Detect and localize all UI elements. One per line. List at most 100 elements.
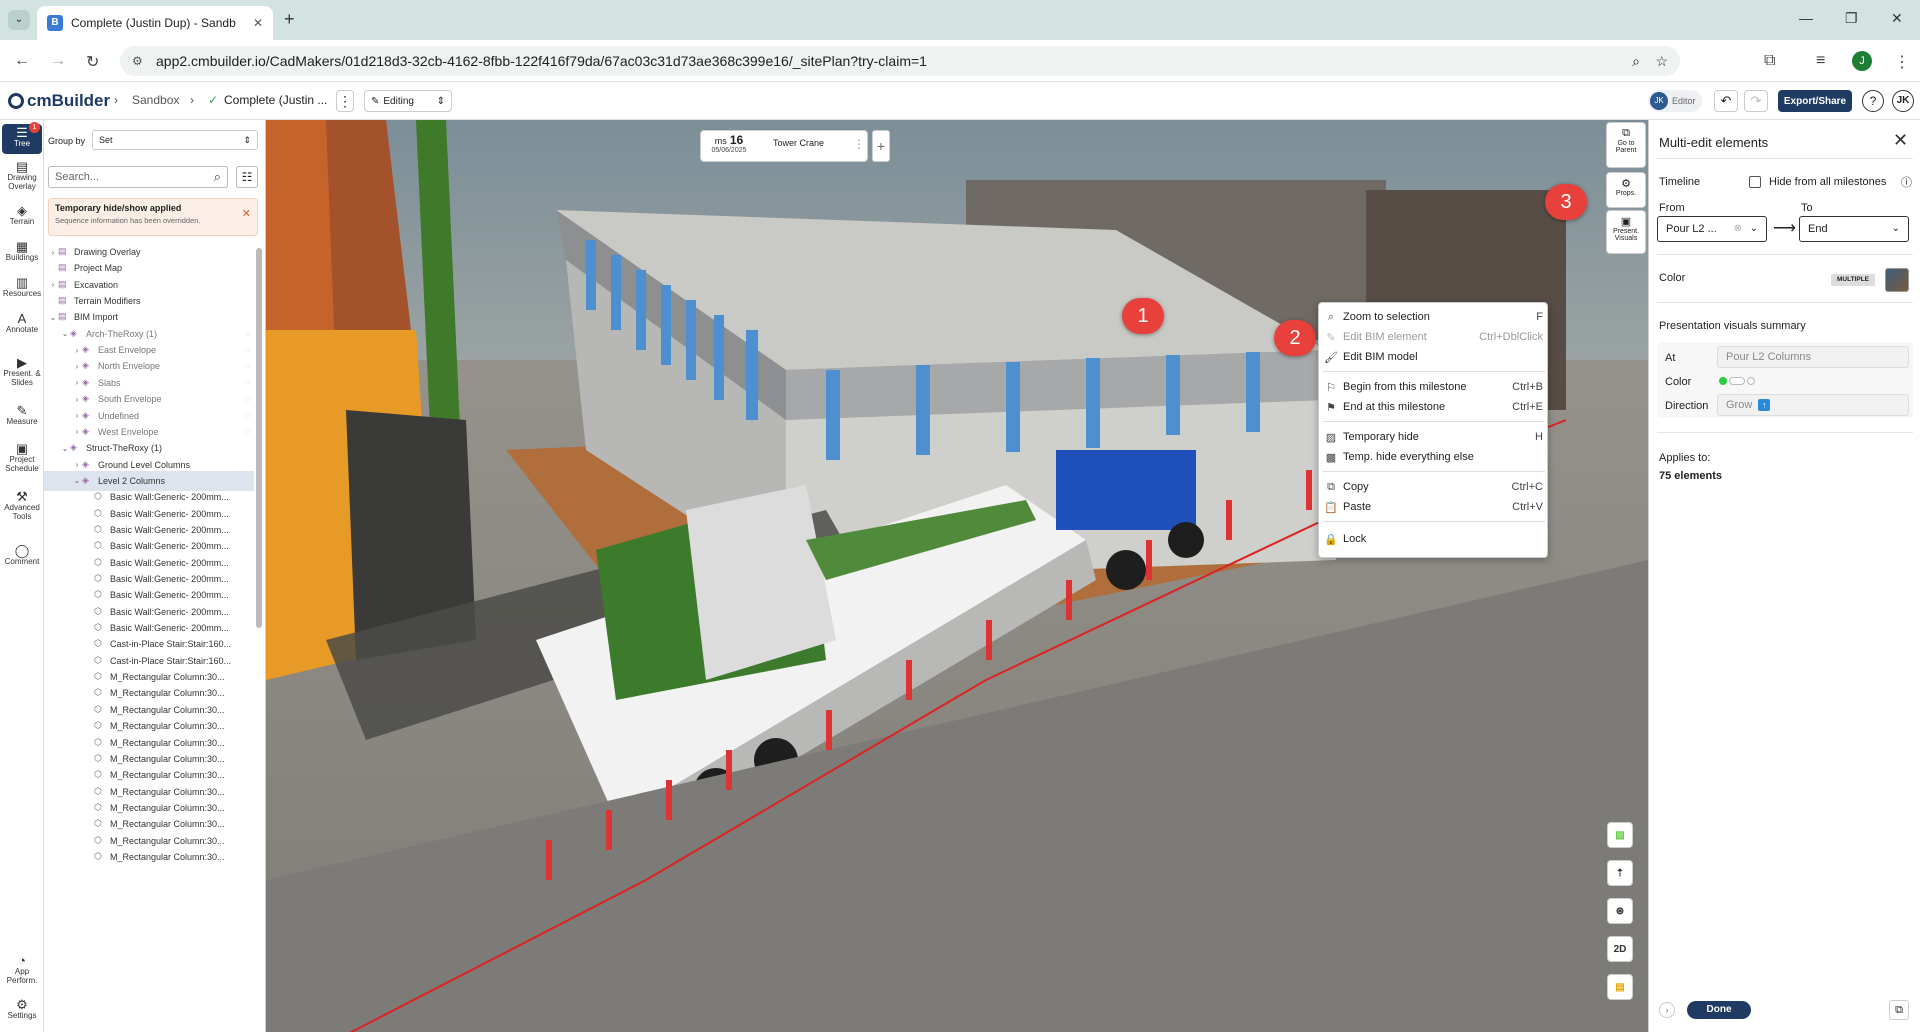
restore-icon[interactable]: ❐ bbox=[1845, 10, 1858, 27]
rail-resources[interactable]: ▥ Resources bbox=[2, 276, 42, 298]
rail-tree[interactable]: ☰ Tree 1 bbox=[2, 122, 42, 154]
visibility-icon[interactable]: ◌ bbox=[245, 329, 250, 338]
rail-annotate[interactable]: A Annotate bbox=[2, 312, 42, 334]
rail-drawing-overlay[interactable]: ▤ Drawing Overlay bbox=[2, 160, 42, 191]
rail-terrain[interactable]: ◈ Terrain bbox=[2, 204, 42, 226]
hide-all-checkbox[interactable] bbox=[1749, 176, 1761, 188]
north-arrow-button[interactable]: ⇡ bbox=[1607, 860, 1633, 886]
go-to-parent-button[interactable]: ⧉ Go to Parent bbox=[1606, 122, 1646, 168]
expand-icon[interactable]: › bbox=[1659, 1002, 1675, 1018]
export-share-button[interactable]: Export/Share bbox=[1778, 90, 1852, 112]
mode-select[interactable]: ✎ Editing ⇕ bbox=[364, 90, 452, 112]
redo-button[interactable]: ↷ bbox=[1744, 90, 1768, 112]
logo[interactable]: cmBuilder bbox=[8, 91, 110, 111]
rail-project-schedule[interactable]: ▣ Project Schedule bbox=[2, 442, 42, 473]
clear-selection-icon[interactable]: ⧉ bbox=[1889, 1000, 1909, 1020]
menu-copy[interactable]: ⧉ Copy Ctrl+C bbox=[1319, 477, 1549, 497]
map-layer-button[interactable]: ▧ bbox=[1607, 822, 1633, 848]
url-field[interactable]: ⚙ app2.cmbuilder.io/CadMakers/01d218d3-3… bbox=[120, 46, 1680, 76]
chevron-right-icon[interactable]: › bbox=[72, 395, 82, 404]
undo-button[interactable]: ↶ bbox=[1714, 90, 1738, 112]
mode-2d-button[interactable]: 2D bbox=[1607, 936, 1633, 962]
props-button[interactable]: ⚙ Props. bbox=[1606, 172, 1646, 208]
chevron-down-icon[interactable]: ⌄ bbox=[60, 329, 70, 338]
filter-list-icon[interactable]: ☷ bbox=[236, 166, 258, 188]
rail-advanced-tools[interactable]: ⚒ Advanced Tools bbox=[2, 490, 42, 521]
add-milestone-button[interactable]: + bbox=[872, 130, 890, 162]
rail-app-performance[interactable]: ◔ App Perform. bbox=[2, 954, 42, 985]
tree-row[interactable]: ⬡ M_Rectangular Column:30... bbox=[44, 847, 254, 867]
chevron-down-icon[interactable]: ⌄ bbox=[72, 476, 82, 485]
back-icon[interactable]: ← bbox=[14, 52, 30, 70]
visibility-icon[interactable]: ◌ bbox=[245, 427, 250, 436]
group-by-select[interactable]: Set ⇕ bbox=[92, 130, 258, 150]
project-menu-button[interactable]: ⋮ bbox=[336, 90, 354, 112]
minimize-icon[interactable]: — bbox=[1799, 10, 1813, 26]
chevron-right-icon[interactable]: › bbox=[72, 460, 82, 469]
chevron-right-icon[interactable]: › bbox=[48, 248, 58, 257]
breadcrumb-sandbox[interactable]: Sandbox bbox=[132, 93, 179, 107]
menu-begin-from-milestone[interactable]: ⚐ Begin from this milestone Ctrl+B bbox=[1319, 377, 1549, 397]
tab-list-chevron-icon[interactable]: ⌄ bbox=[8, 10, 30, 30]
3d-viewport[interactable]: ms 16 05/06/2025 Tower Crane ⋮ + ⧉ Go to… bbox=[266, 120, 1648, 1032]
info-icon[interactable]: ⓘ bbox=[1901, 174, 1912, 190]
reload-icon[interactable]: ↻ bbox=[86, 52, 99, 72]
menu-zoom-to-selection[interactable]: ⌕ Zoom to selection F bbox=[1319, 307, 1549, 327]
view-cube-button[interactable]: ⊛ bbox=[1607, 898, 1633, 924]
site-info-icon[interactable]: ⚙ bbox=[132, 54, 143, 68]
chevron-right-icon[interactable]: › bbox=[72, 378, 82, 387]
from-select[interactable]: Pour L2 ... ⊗ ⌄ bbox=[1657, 216, 1767, 242]
chevron-right-icon[interactable]: › bbox=[72, 362, 82, 371]
breadcrumb-project[interactable]: Complete (Justin ... bbox=[224, 93, 327, 107]
rail-settings[interactable]: ⚙ Settings bbox=[2, 998, 42, 1020]
menu-end-at-milestone[interactable]: ⚑ End at this milestone Ctrl+E bbox=[1319, 397, 1549, 417]
menu-paste[interactable]: 📋 Paste Ctrl+V bbox=[1319, 497, 1549, 517]
close-tab-icon[interactable]: ✕ bbox=[253, 16, 263, 30]
visibility-icon[interactable]: ◌ bbox=[245, 411, 250, 420]
help-icon[interactable]: ? bbox=[1862, 90, 1884, 112]
scene-render[interactable] bbox=[266, 120, 1648, 1032]
tree-scrollbar[interactable] bbox=[256, 248, 262, 628]
editor-badge[interactable]: JK Editor bbox=[1648, 90, 1702, 112]
menu-temporary-hide[interactable]: ▨ Temporary hide H bbox=[1319, 427, 1549, 447]
rail-buildings[interactable]: ▦ Buildings bbox=[2, 240, 42, 262]
media-icon[interactable]: ≡ bbox=[1816, 52, 1825, 70]
rail-present-slides[interactable]: ▶ Present. & Slides bbox=[2, 356, 42, 387]
visibility-icon[interactable]: ◌ bbox=[245, 378, 250, 387]
extensions-icon[interactable]: ⧉ bbox=[1764, 52, 1775, 70]
forward-icon[interactable]: → bbox=[50, 52, 66, 70]
rail-comment[interactable]: ◯ Comment bbox=[2, 544, 42, 566]
chevron-down-icon[interactable]: ⌄ bbox=[60, 444, 70, 453]
chevron-right-icon[interactable]: › bbox=[48, 280, 58, 289]
profile-avatar[interactable]: J bbox=[1852, 51, 1872, 71]
clear-notice-icon[interactable]: ✕ bbox=[242, 207, 251, 220]
bookmark-star-icon[interactable]: ☆ bbox=[1655, 53, 1668, 70]
chevron-down-icon[interactable]: ⌄ bbox=[48, 313, 58, 322]
rail-measure[interactable]: ✎ Measure bbox=[2, 404, 42, 426]
visibility-icon[interactable]: ◌ bbox=[245, 346, 250, 355]
present-visuals-button[interactable]: ▣ Present. Visuals bbox=[1606, 210, 1646, 254]
menu-lock[interactable]: 🔒 Lock bbox=[1319, 529, 1549, 549]
visibility-icon[interactable]: ◌ bbox=[245, 362, 250, 371]
chevron-right-icon[interactable]: › bbox=[72, 427, 82, 436]
zoom-lens-icon[interactable]: ⌕ bbox=[1632, 53, 1640, 70]
browser-tab[interactable]: B Complete (Justin Dup) - Sandb ✕ bbox=[37, 6, 273, 40]
milestone-number-box[interactable]: ms 16 05/06/2025 bbox=[703, 133, 755, 159]
chevron-right-icon[interactable]: › bbox=[72, 346, 82, 355]
menu-temp-hide-else[interactable]: ▩ Temp. hide everything else bbox=[1319, 447, 1549, 467]
color-swatch[interactable] bbox=[1885, 268, 1909, 292]
user-avatar[interactable]: JK bbox=[1892, 90, 1914, 112]
menu-edit-bim-model[interactable]: 🖌 Edit BIM model bbox=[1319, 347, 1549, 367]
close-window-icon[interactable]: ✕ bbox=[1891, 10, 1903, 27]
browser-menu-icon[interactable]: ⋮ bbox=[1894, 52, 1910, 72]
layers-color-button[interactable]: ▤ bbox=[1607, 974, 1633, 1000]
done-button[interactable]: Done bbox=[1687, 1001, 1751, 1019]
new-tab-button[interactable]: + bbox=[284, 9, 295, 30]
chevron-right-icon[interactable]: › bbox=[72, 411, 82, 420]
milestone-more-icon[interactable]: ⋮ bbox=[853, 137, 865, 151]
search-input[interactable]: Search... ⌕ bbox=[48, 166, 228, 188]
milestone-widget[interactable]: ms 16 05/06/2025 Tower Crane ⋮ bbox=[700, 130, 868, 162]
to-select[interactable]: End ⌄ bbox=[1799, 216, 1909, 242]
clear-icon[interactable]: ⊗ bbox=[1734, 217, 1742, 241]
visibility-icon[interactable]: ◌ bbox=[245, 395, 250, 404]
